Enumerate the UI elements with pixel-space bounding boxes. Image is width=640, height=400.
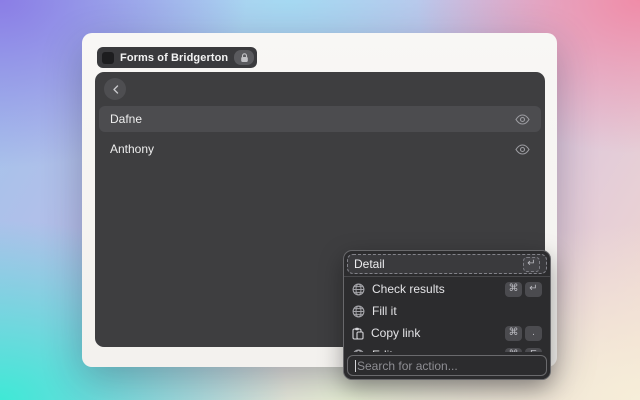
eye-icon[interactable] [515, 114, 530, 125]
cmd-key-icon: ⌘ [505, 282, 522, 297]
palette-divider [344, 276, 550, 277]
list-item-label: Anthony [110, 142, 154, 156]
back-button[interactable] [104, 78, 126, 100]
list-item-dafne[interactable]: Dafne [99, 106, 541, 132]
return-key-icon: ↵ [525, 282, 542, 297]
palette-item-label: Copy link [371, 326, 420, 340]
action-palette: Detail ↵ Check results ⌘ ↵ Fil [343, 250, 551, 380]
eye-icon[interactable] [515, 144, 530, 155]
list-item-label: Dafne [110, 112, 142, 126]
lock-icon [234, 50, 254, 65]
main-panel: Dafne Anthony Detail ↵ [95, 72, 545, 347]
app-icon [102, 52, 114, 64]
globe-icon [352, 283, 365, 296]
palette-header-detail[interactable]: Detail ↵ [347, 254, 547, 274]
window-title: Forms of Bridgerton [120, 52, 228, 64]
form-list: Dafne Anthony [99, 106, 541, 162]
palette-item-label: Check results [372, 282, 445, 296]
return-key-icon: ↵ [523, 257, 540, 272]
palette-header-label: Detail [354, 257, 385, 271]
search-box[interactable] [347, 355, 547, 376]
palette-item-copy-link[interactable]: Copy link ⌘ . [347, 322, 547, 344]
globe-icon [352, 305, 365, 318]
period-key: . [525, 326, 542, 341]
window-title-pill[interactable]: Forms of Bridgerton [97, 47, 257, 68]
app-window: Forms of Bridgerton Dafne Anthony [82, 33, 557, 367]
palette-item-fill-it[interactable]: Fill it [347, 300, 547, 322]
search-input[interactable] [357, 359, 539, 373]
palette-search-area [344, 352, 550, 379]
clipboard-icon [352, 327, 364, 340]
text-caret [355, 360, 356, 372]
cmd-key-icon: ⌘ [505, 326, 522, 341]
palette-item-label: Fill it [372, 304, 397, 318]
list-item-anthony[interactable]: Anthony [99, 136, 541, 162]
palette-item-check-results[interactable]: Check results ⌘ ↵ [347, 278, 547, 300]
